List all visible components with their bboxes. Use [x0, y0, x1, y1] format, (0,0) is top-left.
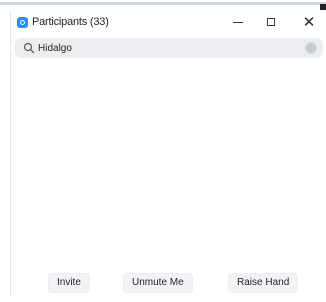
zoom-app-icon	[17, 17, 28, 28]
search-box[interactable]	[15, 38, 323, 58]
search-icon	[23, 42, 35, 54]
close-icon: ✕	[302, 13, 316, 31]
raise-hand-button[interactable]: Raise Hand	[228, 273, 299, 293]
clear-search-icon[interactable]	[305, 42, 317, 54]
invite-button[interactable]: Invite	[48, 273, 90, 293]
maximize-icon	[267, 18, 275, 26]
search-input[interactable]	[38, 38, 288, 58]
window-title: Participants (33)	[32, 16, 109, 28]
close-button[interactable]: ✕	[295, 10, 323, 34]
unmute-me-button[interactable]: Unmute Me	[123, 273, 193, 293]
window-top-border	[0, 0, 326, 5]
title-bar[interactable]: Participants (33) ✕	[0, 6, 326, 38]
maximize-button[interactable]	[257, 10, 285, 34]
participants-list	[11, 62, 323, 262]
minimize-button[interactable]	[224, 10, 252, 34]
participants-window: Participants (33) ✕ Invite Unmute Me Rai…	[0, 0, 326, 302]
minimize-icon	[233, 21, 243, 23]
footer-actions: Invite Unmute Me Raise Hand	[0, 273, 326, 293]
